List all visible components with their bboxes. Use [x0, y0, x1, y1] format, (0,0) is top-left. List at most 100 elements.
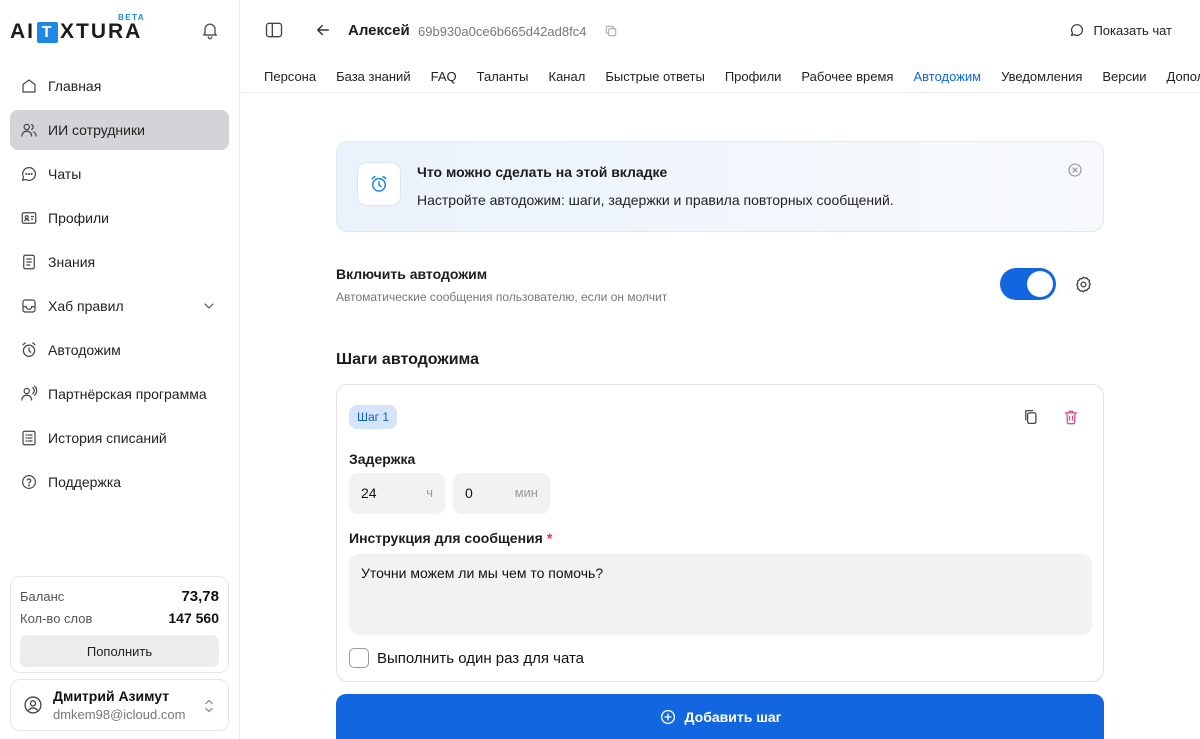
tab-faq[interactable]: FAQ [431, 60, 457, 92]
delay-minutes-value: 0 [465, 485, 473, 501]
delay-label: Задержка [349, 451, 416, 467]
tab-quick-replies[interactable]: Быстрые ответы [605, 60, 705, 92]
sidebar-item-history[interactable]: История списаний [10, 418, 229, 458]
tab-notifications[interactable]: Уведомления [1001, 60, 1082, 92]
agent-id: 69b930a0ce6b665d42ad8fc4 [418, 24, 587, 39]
inbox-icon [20, 297, 38, 315]
help-icon [20, 473, 38, 491]
info-banner: Что можно сделать на этой вкладке Настро… [336, 141, 1104, 232]
logo[interactable]: AI T XTURA BETA [10, 13, 144, 47]
sidebar-nav: Главная ИИ сотрудники Чаты Профили Знани… [10, 66, 229, 506]
info-title: Что можно сделать на этой вкладке [417, 164, 668, 180]
tab-working-hours[interactable]: Рабочее время [801, 60, 893, 92]
sidebar-item-label: История списаний [48, 430, 167, 446]
sidebar-item-label: Главная [48, 78, 102, 94]
tab-bar: Персона База знаний FAQ Таланты Канал Бы… [241, 60, 1200, 93]
close-icon[interactable] [1067, 162, 1083, 178]
sidebar-item-label: Партнёрская программа [48, 386, 207, 402]
run-once-checkbox[interactable] [349, 648, 369, 668]
chat-bubble-icon [1069, 22, 1085, 38]
sidebar-item-support[interactable]: Поддержка [10, 462, 229, 502]
tab-talents[interactable]: Таланты [477, 60, 529, 92]
balance-value: 73,78 [181, 587, 219, 605]
sidebar-item-autofollowup[interactable]: Автодожим [10, 330, 229, 370]
beta-badge: BETA [118, 13, 146, 22]
copy-icon[interactable] [604, 24, 618, 38]
sidebar-item-partner[interactable]: Партнёрская программа [10, 374, 229, 414]
tab-more[interactable]: Допол [1167, 60, 1200, 92]
delay-minutes-unit: мин [514, 485, 538, 500]
step-card: Шаг 1 Задержка 24 ч 0 мин Инструкция для… [336, 384, 1104, 682]
balance-label: Баланс [20, 588, 65, 604]
delay-hours-unit: ч [426, 485, 433, 500]
words-row: Кол-во слов 147 560 [20, 607, 219, 629]
sidebar-item-home[interactable]: Главная [10, 66, 229, 106]
chevron-up-down-icon[interactable] [202, 697, 216, 715]
user-info: Дмитрий Азимут dmkem98@icloud.com [53, 688, 185, 722]
tab-profiles[interactable]: Профили [725, 60, 782, 92]
delay-hours-input[interactable]: 24 ч [349, 473, 445, 514]
sidebar-item-label: ИИ сотрудники [48, 122, 145, 138]
balance-card: Баланс 73,78 Кол-во слов 147 560 Пополни… [10, 576, 229, 673]
duplicate-icon[interactable] [1022, 408, 1040, 426]
sidebar-toggle-icon[interactable] [264, 20, 284, 40]
avatar [23, 695, 43, 715]
plus-circle-icon [659, 708, 677, 726]
bell-icon[interactable] [200, 20, 220, 40]
tab-channel[interactable]: Канал [549, 60, 586, 92]
instruction-textarea[interactable]: Уточни можем ли мы чем то помочь? [349, 554, 1092, 635]
app-root: AI T XTURA BETA Главная ИИ сотрудники Ча… [0, 0, 1200, 739]
sidebar-item-profiles[interactable]: Профили [10, 198, 229, 238]
user-email: dmkem98@icloud.com [53, 707, 186, 722]
tab-versions[interactable]: Версии [1102, 60, 1146, 92]
words-label: Кол-во слов [20, 610, 93, 626]
words-value: 147 560 [168, 610, 219, 626]
step-badge: Шаг 1 [349, 405, 398, 429]
back-arrow-icon[interactable] [314, 21, 332, 39]
gear-icon[interactable] [1074, 275, 1093, 294]
run-once-option[interactable]: Выполнить один раз для чата [349, 648, 584, 668]
chat-icon [20, 165, 38, 183]
users-icon [20, 121, 38, 139]
instruction-label-text: Инструкция для сообщения [349, 530, 543, 546]
user-card[interactable]: Дмитрий Азимут dmkem98@icloud.com [10, 679, 229, 731]
delay-minutes-input[interactable]: 0 мин [453, 473, 550, 514]
topup-button[interactable]: Пополнить [20, 635, 219, 667]
home-icon [20, 77, 38, 95]
logo-part-ai: AI [10, 20, 35, 43]
instruction-label: Инструкция для сообщения * [349, 530, 552, 546]
chevron-down-icon[interactable] [201, 298, 217, 314]
logo-wordmark: AI T XTURA [10, 20, 142, 44]
show-chat-button[interactable]: Показать чат [1069, 22, 1172, 38]
toggle-knob [1027, 271, 1053, 297]
enable-subtitle: Автоматические сообщения пользователю, е… [336, 290, 668, 304]
alarm-clock-icon [357, 162, 401, 206]
logo-part-xtura: XTURA [60, 20, 143, 43]
sidebar-item-label: Хаб правил [48, 298, 124, 314]
sidebar-item-chats[interactable]: Чаты [10, 154, 229, 194]
sidebar-item-rules-hub[interactable]: Хаб правил [10, 286, 229, 326]
sidebar-item-label: Знания [48, 254, 96, 270]
top-header: Алексей 69b930a0ce6b665d42ad8fc4 Показат… [241, 0, 1200, 60]
show-chat-label: Показать чат [1093, 22, 1172, 38]
sidebar-item-label: Чаты [48, 166, 82, 182]
trash-icon[interactable] [1062, 408, 1080, 426]
sidebar-item-ai-employees[interactable]: ИИ сотрудники [10, 110, 229, 150]
sidebar-item-label: Поддержка [48, 474, 122, 490]
agent-name: Алексей [348, 22, 410, 39]
id-card-icon [20, 209, 38, 227]
add-step-button[interactable]: Добавить шаг [336, 694, 1104, 739]
run-once-label: Выполнить один раз для чата [377, 649, 585, 667]
info-text: Настройте автодожим: шаги, задержки и пр… [417, 192, 894, 208]
document-icon [20, 253, 38, 271]
sidebar-item-label: Профили [48, 210, 109, 226]
logo-box: T [37, 21, 58, 43]
user-name: Дмитрий Азимут [53, 688, 170, 704]
list-icon [20, 429, 38, 447]
tab-autofollowup[interactable]: Автодожим [913, 60, 981, 92]
sidebar: AI T XTURA BETA Главная ИИ сотрудники Ча… [0, 0, 240, 739]
tab-persona[interactable]: Персона [264, 60, 316, 92]
enable-toggle[interactable] [1000, 268, 1056, 300]
tab-knowledge-base[interactable]: База знаний [336, 60, 411, 92]
sidebar-item-knowledge[interactable]: Знания [10, 242, 229, 282]
